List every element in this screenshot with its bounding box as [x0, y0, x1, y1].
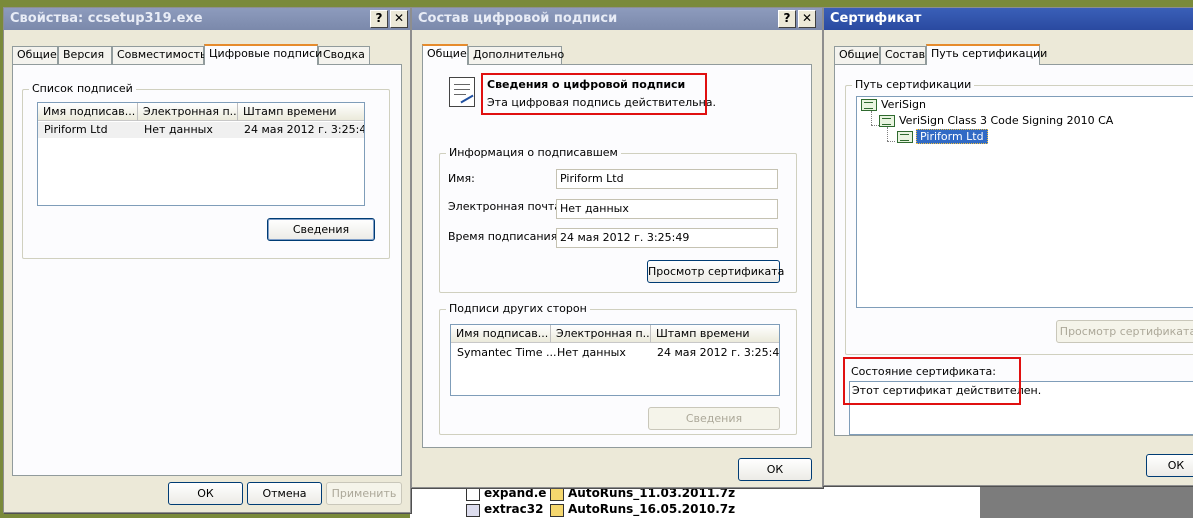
- certificate-icon: [861, 99, 877, 111]
- file-name[interactable]: AutoRuns_16.05.2010.7z: [568, 502, 735, 516]
- cancel-button[interactable]: Отмена: [247, 482, 322, 505]
- file-name[interactable]: AutoRuns_11.03.2011.7z: [568, 486, 735, 500]
- signature-document-icon: [449, 77, 475, 107]
- signing-time-label: Время подписания:: [448, 230, 562, 243]
- window-title: Сертификат: [830, 11, 922, 26]
- details-button[interactable]: Сведения: [648, 407, 780, 430]
- tab-version[interactable]: Версия: [58, 46, 112, 64]
- certificate-titlebar[interactable]: Сертификат: [824, 8, 1193, 30]
- column-header-name[interactable]: Имя подписав...: [451, 325, 551, 343]
- cell-name: Symantec Time ...: [457, 346, 557, 359]
- certificate-icon: [879, 115, 895, 127]
- group-label: Путь сертификации: [852, 78, 975, 91]
- tab-advanced[interactable]: Дополнительно: [468, 46, 564, 64]
- countersignatures-group: Подписи других сторон Имя подписав... Эл…: [439, 302, 797, 435]
- signature-titlebar[interactable]: Состав цифровой подписи ? ✕: [412, 8, 822, 30]
- certificate-status-label: Состояние сертификата:: [851, 365, 996, 378]
- window-title: Свойства: ccsetup319.exe: [10, 11, 203, 26]
- signature-tabs: Общие Дополнительно: [422, 44, 812, 65]
- file-name[interactable]: extrac32: [484, 502, 546, 516]
- help-button[interactable]: ?: [778, 10, 796, 28]
- cell-email: Нет данных: [557, 346, 626, 359]
- archive-icon: [550, 504, 564, 517]
- close-button[interactable]: ✕: [390, 10, 408, 28]
- column-header-email[interactable]: Электронная п...: [551, 325, 651, 343]
- cell-email: Нет данных: [144, 123, 213, 136]
- tree-node-root[interactable]: VeriSign: [881, 98, 926, 111]
- signer-info-group: Информация о подписавшем Имя: Piriform L…: [439, 146, 797, 293]
- signature-list-group: Список подписей Имя подписав... Электрон…: [22, 82, 390, 259]
- close-button[interactable]: ✕: [798, 10, 816, 28]
- signature-details-window: Состав цифровой подписи ? ✕ Общие Дополн…: [411, 7, 823, 488]
- certificate-tab-panel: Путь сертификации VeriSign VeriSign Clas…: [834, 64, 1193, 436]
- column-header-timestamp[interactable]: Штамп времени: [651, 325, 779, 343]
- properties-tabs: Общие Версия Совместимость Цифровые подп…: [12, 44, 402, 65]
- group-label: Список подписей: [29, 82, 136, 95]
- tab-details[interactable]: Состав: [880, 46, 926, 64]
- file-name[interactable]: expand.e: [484, 486, 546, 500]
- signing-time-field[interactable]: 24 мая 2012 г. 3:25:49: [556, 228, 778, 248]
- certificate-status-box[interactable]: Этот сертификат действителен.: [849, 381, 1193, 435]
- properties-window: Свойства: ccsetup319.exe ? ✕ Общие Верси…: [3, 7, 411, 513]
- name-label: Имя:: [448, 172, 475, 185]
- signature-info-title: Сведения о цифровой подписи: [487, 78, 686, 91]
- tab-certification-path[interactable]: Путь сертификации: [926, 44, 1047, 65]
- cell-timestamp: 24 мая 2012 г. 3:25:49: [244, 123, 365, 136]
- apply-button[interactable]: Применить: [326, 482, 402, 505]
- table-row[interactable]: Symantec Time ... Нет данных 24 мая 2012…: [451, 345, 780, 361]
- details-button[interactable]: Сведения: [267, 218, 375, 241]
- file-icon: [466, 504, 480, 517]
- signature-tab-panel: Сведения о цифровой подписи Эта цифровая…: [422, 64, 812, 448]
- ok-button[interactable]: ОК: [168, 482, 243, 505]
- email-label: Электронная почта:: [448, 200, 565, 213]
- archive-icon: [550, 488, 564, 501]
- tab-digital-signatures[interactable]: Цифровые подписи: [204, 44, 322, 65]
- cell-name: Piriform Ltd: [44, 123, 108, 136]
- certificate-icon: [897, 131, 913, 143]
- tab-general[interactable]: Общие: [12, 46, 58, 64]
- properties-titlebar[interactable]: Свойства: ccsetup319.exe ? ✕: [4, 8, 410, 30]
- group-label: Информация о подписавшем: [446, 146, 621, 159]
- help-button[interactable]: ?: [370, 10, 388, 28]
- ok-button[interactable]: ОК: [1146, 454, 1193, 477]
- certification-path-tree[interactable]: VeriSign VeriSign Class 3 Code Signing 2…: [856, 96, 1193, 308]
- column-header-name[interactable]: Имя подписав...: [38, 103, 138, 121]
- tab-general[interactable]: Общие: [834, 46, 880, 64]
- view-certificate-button[interactable]: Просмотр сертификата: [647, 260, 784, 283]
- tree-node-intermediate[interactable]: VeriSign Class 3 Code Signing 2010 CA: [899, 114, 1113, 127]
- ok-button[interactable]: ОК: [738, 458, 812, 481]
- certification-path-group: Путь сертификации VeriSign VeriSign Clas…: [845, 78, 1193, 355]
- tree-node-leaf[interactable]: Piriform Ltd: [916, 129, 988, 144]
- signer-email-field[interactable]: Нет данных: [556, 199, 778, 219]
- group-label: Подписи других сторон: [446, 302, 590, 315]
- window-title: Состав цифровой подписи: [418, 11, 618, 26]
- cell-timestamp: 24 мая 2012 г. 3:25:49: [657, 346, 780, 359]
- column-header-email[interactable]: Электронная п...: [138, 103, 238, 121]
- properties-tab-panel: Список подписей Имя подписав... Электрон…: [12, 64, 402, 476]
- background-file-list: expand.e AutoRuns_11.03.2011.7z extrac32…: [410, 486, 980, 518]
- table-row[interactable]: Piriform Ltd Нет данных 24 мая 2012 г. 3…: [38, 122, 365, 138]
- signature-list[interactable]: Имя подписав... Электронная п... Штамп в…: [37, 102, 365, 206]
- signature-info-text: Эта цифровая подпись действительна.: [487, 96, 717, 109]
- tab-compatibility[interactable]: Совместимость: [112, 46, 207, 64]
- background-pane: [980, 486, 1193, 518]
- certificate-status-text: Этот сертификат действителен.: [852, 384, 1042, 397]
- tab-general[interactable]: Общие: [422, 44, 468, 65]
- view-certificate-button[interactable]: Просмотр сертификата: [1056, 320, 1193, 343]
- tab-summary[interactable]: Сводка: [318, 46, 370, 64]
- signer-name-field[interactable]: Piriform Ltd: [556, 169, 778, 189]
- certificate-window: Сертификат Общие Состав Путь сертификаци…: [823, 7, 1193, 486]
- file-icon: [466, 488, 480, 501]
- column-header-timestamp[interactable]: Штамп времени: [238, 103, 364, 121]
- certificate-tabs: Общие Состав Путь сертификации: [834, 44, 1193, 65]
- countersignature-list[interactable]: Имя подписав... Электронная п... Штамп в…: [450, 324, 780, 396]
